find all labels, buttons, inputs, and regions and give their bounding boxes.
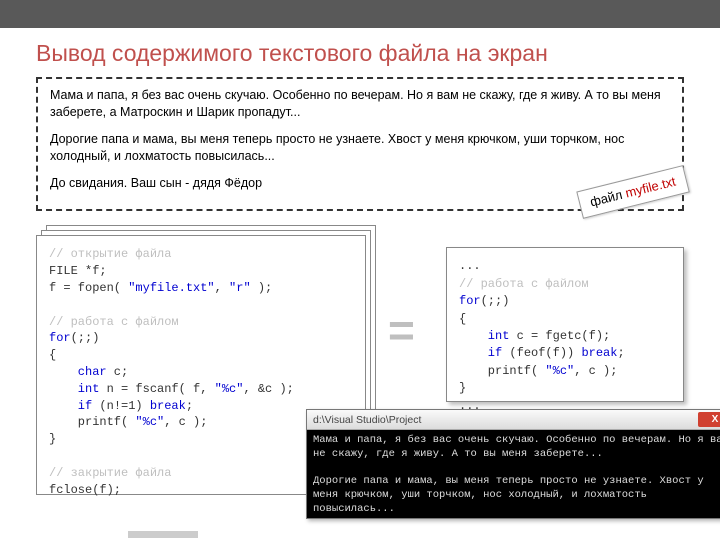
console-line: Мама и папа, я без вас очень скучаю. Осо… — [313, 434, 720, 460]
code-line: ... — [459, 259, 481, 273]
code-kw: if — [459, 346, 502, 360]
code-line: { — [49, 348, 56, 362]
code-line: , &c ); — [243, 382, 293, 396]
code-right: ... // работа с файлом for(;;) { int c =… — [446, 247, 684, 402]
code-string: "myfile.txt" — [128, 281, 214, 295]
code-line: c = fgetc(f); — [509, 329, 610, 343]
code-kw: break — [581, 346, 617, 360]
code-line: (;;) — [71, 331, 100, 345]
code-string: "%c" — [215, 382, 244, 396]
console-window: d:\Visual Studio\Project X Мама и папа, … — [306, 409, 720, 519]
code-kw: int — [459, 329, 509, 343]
code-line: (;;) — [481, 294, 510, 308]
code-string: "r" — [229, 281, 251, 295]
file-label: файл myfile.txt — [577, 165, 690, 218]
code-line: , c ); — [164, 415, 207, 429]
code-comment: // работа с файлом — [459, 277, 589, 291]
code-line: , — [215, 281, 229, 295]
close-icon[interactable]: X — [698, 412, 720, 427]
letter-p2: Дорогие папа и мама, вы меня теперь прос… — [50, 131, 670, 165]
code-line: FILE *f; — [49, 264, 107, 278]
code-comment: // закрытие файла — [49, 466, 171, 480]
file-name: myfile.txt — [624, 173, 677, 200]
code-line: } — [459, 381, 466, 395]
code-line: printf( — [49, 415, 135, 429]
footer-decoration — [128, 531, 198, 538]
letter-box: Мама и папа, я без вас очень скучаю. Осо… — [36, 77, 684, 211]
code-line: { — [459, 312, 466, 326]
code-kw: for — [49, 331, 71, 345]
code-kw: if — [49, 399, 92, 413]
code-line: fclose(f); — [49, 483, 121, 497]
code-line: c; — [107, 365, 129, 379]
console-title-text: d:\Visual Studio\Project — [313, 414, 421, 426]
file-label-prefix: файл — [589, 186, 628, 209]
code-line: f = fopen( — [49, 281, 128, 295]
top-bar — [0, 0, 720, 28]
equals-sign: = — [388, 303, 415, 357]
code-line: ; — [186, 399, 193, 413]
code-kw: int — [49, 382, 99, 396]
code-comment: // открытие файла — [49, 247, 171, 261]
code-line: ; — [617, 346, 624, 360]
code-string: "%c" — [135, 415, 164, 429]
code-line: (feof(f)) — [502, 346, 581, 360]
code-line: , c ); — [574, 364, 617, 378]
code-line: (n!=1) — [92, 399, 150, 413]
code-line: ); — [251, 281, 273, 295]
code-area: // открытие файла FILE *f; f = fopen( "m… — [36, 225, 684, 515]
code-line: } — [49, 432, 56, 446]
page-title: Вывод содержимого текстового файла на эк… — [0, 28, 720, 77]
console-titlebar: d:\Visual Studio\Project X — [307, 410, 720, 430]
console-body: Мама и папа, я без вас очень скучаю. Осо… — [307, 430, 720, 518]
code-comment: // работа с файлом — [49, 315, 179, 329]
code-line: printf( — [459, 364, 545, 378]
code-kw: break — [150, 399, 186, 413]
console-line: Дорогие папа и мама, вы меня теперь прос… — [313, 475, 710, 514]
code-kw: for — [459, 294, 481, 308]
letter-p1: Мама и папа, я без вас очень скучаю. Осо… — [50, 87, 670, 121]
code-kw: char — [49, 365, 107, 379]
letter-p3: До свидания. Ваш сын - дядя Фёдор — [50, 175, 670, 192]
code-line: n = fscanf( f, — [99, 382, 214, 396]
code-string: "%c" — [545, 364, 574, 378]
